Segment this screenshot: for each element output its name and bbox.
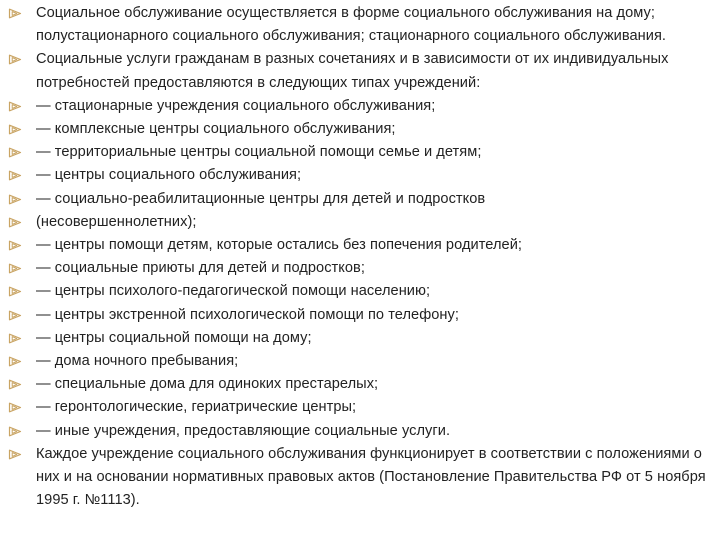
hollow-triangle-bullet-icon [8, 54, 22, 65]
list-item-text: — центры социальной помощи на дому; [36, 329, 312, 346]
list-item-text: — центры психолого-педагогической помощи… [36, 283, 431, 300]
hollow-triangle-bullet-icon [8, 101, 22, 112]
hollow-triangle-bullet-icon [8, 426, 22, 437]
hollow-triangle-bullet-icon [8, 170, 22, 181]
list-item-text: — территориальные центры социальной помо… [36, 144, 482, 161]
hollow-triangle-bullet-icon [8, 310, 22, 321]
list-item: — территориальные центры социальной помо… [8, 141, 708, 164]
list-item-text: — специальные дома для одиноких престаре… [36, 376, 379, 393]
list-item: — дома ночного пребывания; [8, 350, 708, 373]
list-item-text: — дома ночного пребывания; [36, 353, 239, 370]
list-item-text: — социально-реабилитационные центры для … [36, 190, 486, 207]
hollow-triangle-bullet-icon [8, 8, 22, 19]
list-item-text: — социальные приюты для детей и подростк… [36, 260, 365, 277]
list-item-text: (несовершеннолетних); [36, 213, 197, 230]
list-item: — стационарные учреждения социального об… [8, 95, 708, 118]
hollow-triangle-bullet-icon [8, 286, 22, 297]
list-item: Каждое учреждение социального обслуживан… [8, 443, 708, 513]
hollow-triangle-bullet-icon [8, 402, 22, 413]
hollow-triangle-bullet-icon [8, 240, 22, 251]
hollow-triangle-bullet-icon [8, 217, 22, 228]
list-item-text: — центры социального обслуживания; [36, 167, 302, 184]
hollow-triangle-bullet-icon [8, 449, 22, 460]
list-item: — центры психолого-педагогической помощи… [8, 280, 708, 303]
list-item-text: — иные учреждения, предоставляющие социа… [36, 422, 451, 439]
list-item-text: Социальные услуги гражданам в разных соч… [36, 51, 669, 91]
hollow-triangle-bullet-icon [8, 263, 22, 274]
hollow-triangle-bullet-icon [8, 333, 22, 344]
list-item: — комплексные центры социального обслужи… [8, 118, 708, 141]
hollow-triangle-bullet-icon [8, 356, 22, 367]
list-item: — иные учреждения, предоставляющие социа… [8, 420, 708, 443]
list-item-text: — стационарные учреждения социального об… [36, 97, 436, 114]
list-item: — специальные дома для одиноких престаре… [8, 373, 708, 396]
list-item: — центры социальной помощи на дому; [8, 327, 708, 350]
list-item-text: — комплексные центры социального обслужи… [36, 121, 396, 138]
list-item: Социальные услуги гражданам в разных соч… [8, 48, 708, 94]
list-item: — центры экстренной психологической помо… [8, 304, 708, 327]
bullet-list: Социальное обслуживание осуществляется в… [8, 2, 708, 512]
list-item-text: — центры помощи детям, которые остались … [36, 237, 522, 254]
list-item: — социально-реабилитационные центры для … [8, 188, 708, 211]
hollow-triangle-bullet-icon [8, 147, 22, 158]
list-item: — центры помощи детям, которые остались … [8, 234, 708, 257]
hollow-triangle-bullet-icon [8, 379, 22, 390]
list-item: — центры социального обслуживания; [8, 164, 708, 187]
list-item: — социальные приюты для детей и подростк… [8, 257, 708, 280]
list-item: Социальное обслуживание осуществляется в… [8, 2, 708, 48]
hollow-triangle-bullet-icon [8, 194, 22, 205]
slide: Социальное обслуживание осуществляется в… [0, 0, 720, 540]
list-item-text: — геронтологические, гериатрические цент… [36, 399, 357, 416]
list-item-text: Каждое учреждение социального обслуживан… [36, 445, 706, 509]
hollow-triangle-bullet-icon [8, 124, 22, 135]
list-item: (несовершеннолетних); [8, 211, 708, 234]
list-item-text: Социальное обслуживание осуществляется в… [36, 5, 667, 45]
list-item-text: — центры экстренной психологической помо… [36, 306, 459, 323]
list-item: — геронтологические, гериатрические цент… [8, 396, 708, 419]
